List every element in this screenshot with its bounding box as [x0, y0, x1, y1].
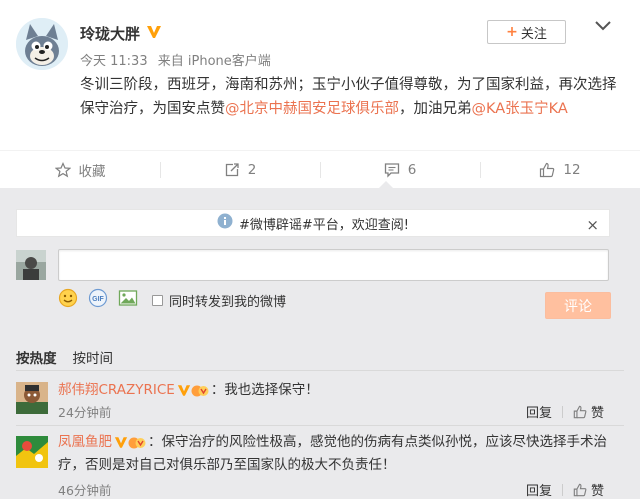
commenter-avatar[interactable] — [16, 436, 48, 468]
my-avatar — [16, 250, 46, 280]
plus-icon: + — [506, 24, 518, 40]
repost-checkbox-label: 同时转发到我的微博 — [169, 294, 287, 310]
follow-button-label: 关注 — [520, 26, 547, 42]
star-icon — [54, 161, 71, 177]
commenter-avatar[interactable] — [16, 382, 48, 414]
repost-icon — [225, 162, 239, 176]
comment-badges — [114, 436, 146, 450]
fan-badge-icon — [191, 385, 209, 396]
notice-text[interactable]: #微博辟谣#平台，欢迎查阅! — [239, 214, 409, 233]
post-source[interactable]: 来自 iPhone客户端 — [158, 54, 271, 69]
post-time[interactable]: 今天 11:33 — [80, 54, 148, 69]
comment-sort-tabs: 按热度 按时间 — [16, 347, 129, 367]
chevron-down-icon[interactable] — [594, 18, 612, 32]
mention-link-club[interactable]: @北京中赫国安足球俱乐部 — [225, 101, 399, 117]
comment-like-label: 赞 — [591, 406, 605, 421]
like-count: 12 — [563, 161, 581, 178]
follow-button[interactable]: + 关注 — [487, 20, 566, 44]
reply-button[interactable]: 回复 — [526, 480, 552, 499]
comment-like-button[interactable]: 赞 — [573, 402, 604, 421]
favorite-button[interactable]: 收藏 — [0, 151, 160, 189]
comment-actions: 回复 赞 — [526, 480, 604, 499]
comment-divider — [16, 425, 624, 426]
comment-count: 6 — [407, 161, 417, 178]
submit-comment-button[interactable]: 评论 — [545, 292, 611, 319]
comment-tools: GIF 同时转发到我的微博 — [58, 288, 286, 312]
svg-text:GIF: GIF — [92, 296, 104, 303]
comment-actions: 回复 赞 — [526, 402, 604, 421]
rumor-notice-bar: #微博辟谣#平台，欢迎查阅! × — [16, 209, 610, 237]
close-icon[interactable]: × — [586, 216, 599, 234]
comment-input[interactable] — [58, 249, 609, 281]
fan-badge-icon — [128, 437, 146, 448]
repost-count: 2 — [247, 161, 257, 178]
tab-sort-hot[interactable]: 按热度 — [16, 347, 57, 367]
repost-button[interactable]: 2 — [160, 151, 320, 189]
comment-time: 24分钟前 — [58, 405, 112, 420]
author-name[interactable]: 玲珑大胖 — [80, 23, 140, 44]
divider — [562, 483, 564, 496]
comment-body: 凤凰鱼肥 ：保守治疗的风险性极高，感觉他的伤病有点类似孙悦，应该尽快选择手术治疗，… — [58, 431, 618, 477]
mention-link-player[interactable]: @KA张玉宁KA — [472, 101, 568, 117]
commenter-name[interactable]: 郝伟翔CRAZYRICE — [58, 382, 175, 398]
comment-like-label: 赞 — [591, 484, 605, 499]
like-button[interactable]: 12 — [480, 151, 640, 189]
comment-text: ：我也选择保守！ — [210, 382, 319, 398]
gif-icon[interactable]: GIF — [88, 288, 108, 312]
commenter-name[interactable]: 凤凰鱼肥 — [58, 434, 112, 450]
favorite-label: 收藏 — [78, 163, 106, 180]
thumbs-up-icon — [573, 405, 587, 418]
comment-badges — [177, 384, 209, 398]
weibo-post: 玲珑大胖 今天 11:33 来自 iPhone客户端 冬训三阶段，西班牙，海南和… — [0, 0, 640, 150]
post-text: 冬训三阶段，西班牙，海南和苏州；玉宁小伙子值得尊敬，为了国家利益，再次选择保守治… — [80, 73, 620, 121]
sort-divider — [16, 370, 624, 371]
author-row: 玲珑大胖 — [80, 22, 162, 44]
emoji-icon[interactable] — [58, 288, 78, 312]
verified-v-icon — [177, 385, 190, 396]
post-meta: 今天 11:33 来自 iPhone客户端 — [80, 50, 277, 69]
post-action-bar: 收藏 2 6 12 — [0, 150, 640, 188]
verified-v-icon — [114, 437, 128, 448]
repost-checkbox-row[interactable]: 同时转发到我的微博 — [152, 291, 286, 310]
info-icon — [217, 213, 233, 233]
comment-body: 郝伟翔CRAZYRICE ：我也选择保守！ — [58, 379, 618, 402]
comment-time: 46分钟前 — [58, 483, 112, 498]
image-icon[interactable] — [118, 288, 138, 312]
reply-button[interactable]: 回复 — [526, 402, 552, 421]
verified-v-icon — [146, 24, 162, 43]
divider — [562, 405, 564, 418]
comment-button[interactable]: 6 — [320, 151, 480, 189]
thumbs-up-icon — [540, 162, 555, 177]
thumbs-up-icon — [573, 483, 587, 496]
repost-checkbox[interactable] — [152, 294, 163, 306]
comment-like-button[interactable]: 赞 — [573, 480, 604, 499]
tab-sort-time[interactable]: 按时间 — [73, 347, 114, 367]
comment-section: #微博辟谣#平台，欢迎查阅! × GIF 同时转发到我的微博 评论 按热度 按时… — [0, 188, 640, 499]
comment-icon — [384, 162, 399, 178]
author-avatar[interactable] — [16, 18, 68, 70]
post-text-part-2: ，加油兄弟 — [399, 101, 472, 117]
